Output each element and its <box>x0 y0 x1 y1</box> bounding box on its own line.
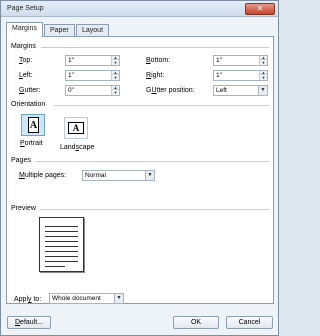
left-spinner-buttons: ▲ ▼ <box>111 71 119 80</box>
preview-text-line <box>45 256 78 257</box>
preview-text-line <box>45 266 65 267</box>
preview-text-line <box>45 251 78 252</box>
gutter-value: 0" <box>68 87 74 94</box>
apply-to-label: Apply to: <box>14 296 42 303</box>
left-margin-value: 1" <box>68 72 74 79</box>
bottom-margin-spinner[interactable]: 1" ▲ ▼ <box>213 55 268 66</box>
ok-button[interactable]: OK <box>173 316 219 329</box>
margins-tab-panel: Margins Top: 1" ▲ ▼ Bottom: 1" ▲ ▼ Left:… <box>6 36 274 304</box>
right-margin-value: 1" <box>216 72 222 79</box>
left-label: Left: <box>19 72 33 79</box>
right-label: Right: <box>146 72 165 79</box>
preview-text-line <box>45 236 78 237</box>
portrait-page-icon: A <box>28 117 39 133</box>
gutter-spinner-buttons: ▲ ▼ <box>111 86 119 95</box>
preview-text-line <box>45 231 78 232</box>
top-label: Top: <box>19 57 33 64</box>
bottom-label: Bottom: <box>146 57 171 64</box>
top-spin-down-icon[interactable]: ▼ <box>112 61 119 65</box>
preview-text-line <box>45 261 78 262</box>
gutter-spin-down-icon[interactable]: ▼ <box>112 91 119 95</box>
chevron-down-icon[interactable]: ▼ <box>258 86 267 95</box>
tab-margins[interactable]: Margins <box>6 22 43 37</box>
landscape-page-icon: A <box>68 122 84 134</box>
left-margin-spinner[interactable]: 1" ▲ ▼ <box>65 70 120 81</box>
preview-section-label: Preview <box>11 205 36 212</box>
apply-to-select[interactable]: Whole document ▼ <box>49 293 124 304</box>
left-spin-down-icon[interactable]: ▼ <box>112 76 119 80</box>
preview-page <box>39 217 84 272</box>
preview-text-line <box>45 226 78 227</box>
orientation-section-label: Orientation <box>11 101 46 108</box>
bottom-spin-down-icon[interactable]: ▼ <box>260 61 267 65</box>
top-margin-value: 1" <box>68 57 74 64</box>
top-spinner-buttons: ▲ ▼ <box>111 56 119 65</box>
portrait-label: Portrait <box>20 140 43 147</box>
landscape-label: Landscape <box>60 144 95 151</box>
right-spin-down-icon[interactable]: ▼ <box>260 76 267 80</box>
title-bar: Page Setup ✕ <box>1 1 278 17</box>
window-title: Page Setup <box>7 5 44 12</box>
bottom-margin-value: 1" <box>216 57 222 64</box>
pages-divider <box>36 161 269 162</box>
landscape-button[interactable]: A <box>64 117 88 139</box>
portrait-button[interactable]: A <box>21 114 45 136</box>
page-setup-dialog: Page Setup ✕ Margins Paper Layout Margin… <box>0 0 279 336</box>
multiple-pages-value: Normal <box>85 172 106 179</box>
top-margin-spinner[interactable]: 1" ▲ ▼ <box>65 55 120 66</box>
gutter-position-value: Left <box>216 87 227 94</box>
preview-text-line <box>45 246 78 247</box>
margins-divider <box>41 47 269 48</box>
chevron-down-icon[interactable]: ▼ <box>145 171 154 180</box>
close-button[interactable]: ✕ <box>245 3 275 15</box>
chevron-down-icon[interactable]: ▼ <box>114 294 123 303</box>
gutter-label: Gutter: <box>19 87 41 94</box>
multiple-pages-label: Multiple pages: <box>19 172 67 179</box>
default-button[interactable]: Default... <box>7 316 51 329</box>
gutter-position-select[interactable]: Left ▼ <box>213 85 268 96</box>
pages-section-label: Pages <box>11 157 31 164</box>
gutter-position-label: GUtter position: <box>146 87 195 94</box>
orientation-divider <box>54 105 269 106</box>
preview-text-line <box>45 241 78 242</box>
preview-divider <box>40 209 269 210</box>
multiple-pages-select[interactable]: Normal ▼ <box>82 170 155 181</box>
right-margin-spinner[interactable]: 1" ▲ ▼ <box>213 70 268 81</box>
margins-section-label: Margins <box>11 43 36 50</box>
cancel-button[interactable]: Cancel <box>226 316 273 329</box>
gutter-spinner[interactable]: 0" ▲ ▼ <box>65 85 120 96</box>
apply-to-value: Whole document <box>52 295 101 302</box>
right-spinner-buttons: ▲ ▼ <box>259 71 267 80</box>
bottom-spinner-buttons: ▲ ▼ <box>259 56 267 65</box>
